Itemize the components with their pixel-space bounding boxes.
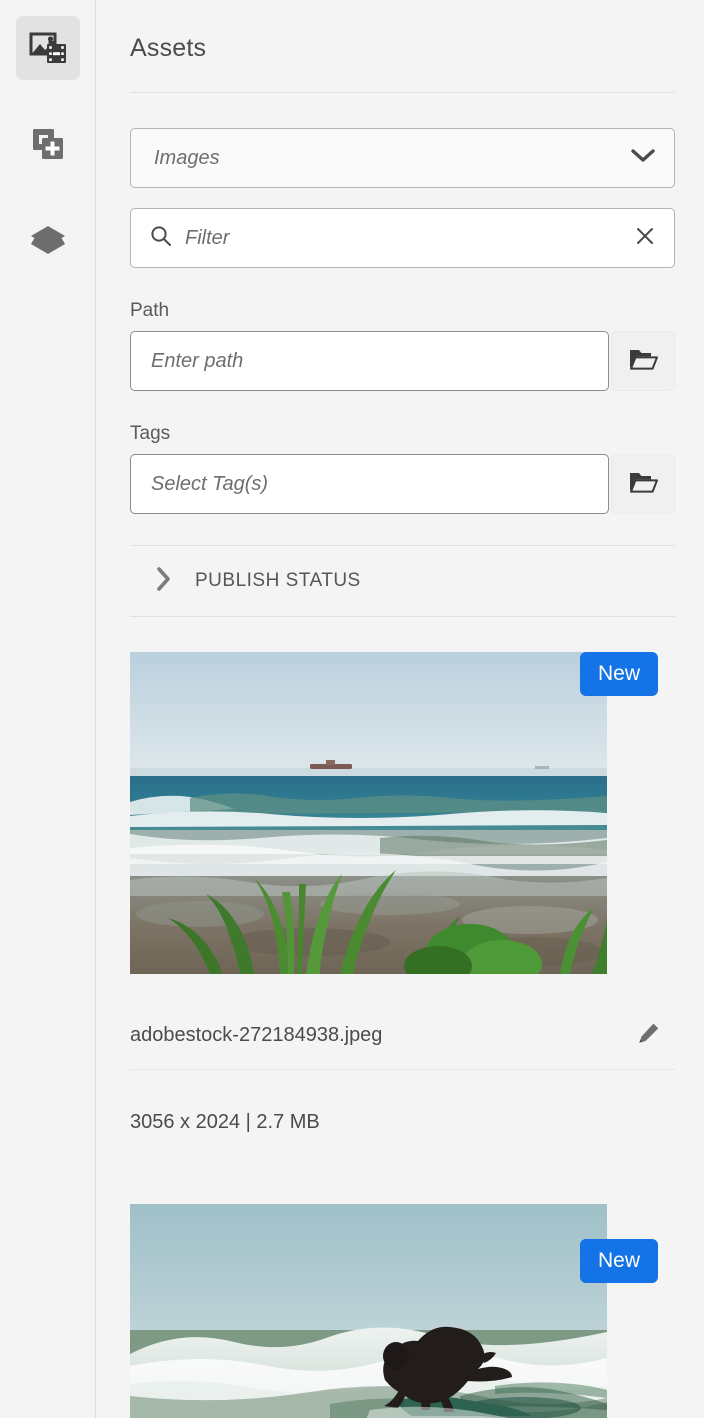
tags-input[interactable] [130, 454, 609, 514]
folder-open-icon [628, 469, 658, 500]
path-browse-button[interactable] [611, 331, 675, 391]
add-duplicate-icon [30, 126, 66, 162]
path-label: Path [130, 300, 170, 321]
search-input[interactable] [185, 226, 634, 250]
pencil-icon[interactable] [637, 1021, 661, 1050]
asset-meta: 3056 x 2024 | 2.7 MB [130, 1111, 320, 1133]
search-icon [149, 224, 173, 253]
status-badge[interactable]: New [579, 1239, 658, 1283]
publish-status-label: PUBLISH STATUS [195, 570, 361, 591]
tags-browse-button[interactable] [611, 454, 675, 514]
image-film-icon [29, 31, 67, 65]
asset-type-value: Images [154, 146, 220, 169]
asset-type-select[interactable]: Images [130, 128, 675, 188]
tags-field-group [130, 454, 675, 514]
title-divider [130, 92, 675, 93]
accordion-bottom-divider [130, 616, 675, 617]
asset-filename: adobestock-272184938.jpeg [130, 1024, 383, 1046]
chevron-down-icon [630, 148, 656, 169]
close-icon[interactable] [634, 225, 656, 252]
path-field-group [130, 331, 675, 391]
assets-panel: Assets Images Filter Path Enter path Tag… [96, 0, 704, 1418]
asset-list: New adobestock-272184938.jpeg 3056 x 202… [96, 652, 704, 1418]
folder-open-icon [628, 346, 658, 377]
sidebar-item-assets-media[interactable] [15, 16, 80, 80]
filter-search-box[interactable] [130, 208, 675, 268]
sidebar-item-add-component[interactable] [16, 112, 80, 176]
asset-name-row: adobestock-272184938.jpeg [130, 974, 675, 1069]
filters-section: Images Filter Path Enter path Tags Selec… [96, 128, 704, 514]
asset-card[interactable]: New [130, 1204, 675, 1418]
publish-status-accordion[interactable]: PUBLISH STATUS [96, 546, 704, 616]
left-icon-rail [0, 0, 96, 1418]
asset-thumbnail[interactable] [130, 652, 607, 974]
page-title: Assets [130, 34, 207, 62]
layers-icon [29, 224, 67, 256]
status-badge[interactable]: New [579, 652, 658, 696]
beach-shoreline-waves-photo [130, 652, 607, 974]
asset-thumbnail[interactable] [130, 1204, 607, 1418]
asset-card[interactable]: New [130, 652, 675, 1134]
sidebar-item-layers[interactable] [16, 208, 80, 272]
asset-browser-panel: Assets Images Filter Path Enter path Tag… [0, 0, 704, 1418]
tags-label: Tags [130, 423, 171, 444]
surfer-riding-wave-photo [130, 1204, 607, 1418]
path-input[interactable] [130, 331, 609, 391]
chevron-right-icon [156, 566, 172, 597]
